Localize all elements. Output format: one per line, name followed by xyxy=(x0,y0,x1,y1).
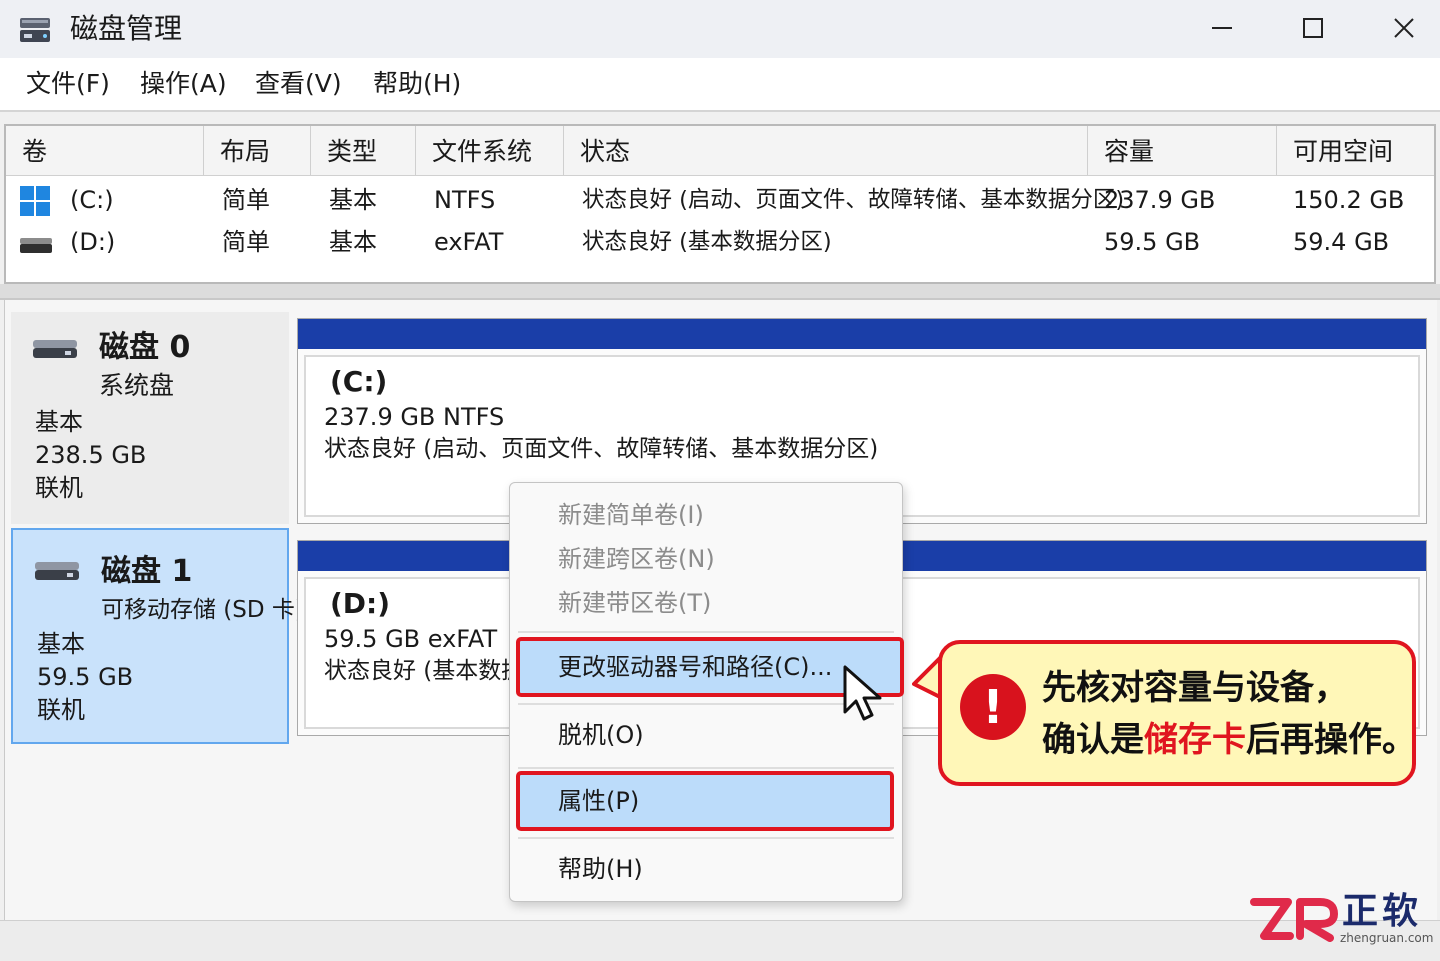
column-header-layout[interactable]: 布局 xyxy=(204,126,311,176)
menu-separator xyxy=(518,631,894,633)
disk-state: 联机 xyxy=(35,474,83,502)
disk-size: 238.5 GB xyxy=(35,441,147,469)
partition-name: (D:) xyxy=(330,587,391,620)
menu-file[interactable]: 文件(F) xyxy=(26,68,110,100)
callout-text-line2: 确认是储存卡后再操作。 xyxy=(1042,718,1416,762)
volume-list: 卷 布局 类型 文件系统 状态 容量 可用空间 (C:) 简单 基本 NTFS … xyxy=(4,124,1436,284)
exclamation-icon: ! xyxy=(960,674,1026,740)
menu-new-spanned-volume: 新建跨区卷(N) xyxy=(558,545,715,573)
brand-logo: 正软 zhengruan.com xyxy=(1250,892,1436,950)
disk-subtitle: 可移动存储 (SD 卡) xyxy=(101,597,304,623)
menu-help[interactable]: 帮助(H) xyxy=(373,68,461,100)
callout-text-emphasis: 储存卡 xyxy=(1144,720,1246,760)
volume-layout: 简单 xyxy=(222,228,270,256)
volume-free-space: 150.2 GB xyxy=(1293,186,1405,214)
partition-name: (C:) xyxy=(330,365,388,398)
warning-callout: ! 先核对容量与设备， 确认是储存卡后再操作。 xyxy=(938,640,1416,786)
callout-text-line1: 先核对容量与设备， xyxy=(1042,668,1348,708)
close-icon xyxy=(1394,18,1414,38)
pane-splitter[interactable] xyxy=(0,284,1440,300)
windows-logo-icon xyxy=(20,186,50,216)
column-header-free-space[interactable]: 可用空间 xyxy=(1277,126,1434,176)
volume-status: 状态良好 (基本数据分区) xyxy=(582,229,832,255)
menu-action[interactable]: 操作(A) xyxy=(140,68,227,100)
volume-free-space: 59.4 GB xyxy=(1293,228,1390,256)
column-header-filesystem[interactable]: 文件系统 xyxy=(416,126,564,176)
minimize-button[interactable] xyxy=(1194,6,1250,50)
zr-logo-icon xyxy=(1250,898,1338,942)
partition-bar xyxy=(298,319,1426,349)
disk-name: 磁盘 0 xyxy=(99,330,191,365)
logo-name: 正软 xyxy=(1342,891,1423,932)
menu-offline[interactable]: 脱机(O) xyxy=(558,719,644,751)
disk-name: 磁盘 1 xyxy=(101,554,193,589)
disk-type: 基本 xyxy=(35,408,83,436)
mouse-cursor-icon xyxy=(843,665,882,721)
disk-1-label[interactable]: 磁盘 1 可移动存储 (SD 卡) 基本 59.5 GB 联机 xyxy=(11,528,304,744)
hard-disk-icon xyxy=(33,340,77,358)
column-header-capacity[interactable]: 容量 xyxy=(1088,126,1277,176)
callout-text-pre: 确认是 xyxy=(1042,720,1144,760)
menu-view[interactable]: 查看(V) xyxy=(255,68,342,100)
status-strip xyxy=(0,920,1440,961)
volume-status: 状态良好 (启动、页面文件、故障转储、基本数据分区) xyxy=(582,187,1125,213)
column-header-volume[interactable]: 卷 xyxy=(6,126,204,176)
volume-layout: 简单 xyxy=(222,186,270,214)
title-bar: 磁盘管理 xyxy=(0,0,1440,58)
window-title: 磁盘管理 xyxy=(70,12,183,45)
disk-state: 联机 xyxy=(37,696,85,724)
drive-icon xyxy=(20,238,52,253)
column-header-status[interactable]: 状态 xyxy=(564,126,1088,176)
volume-capacity: 237.9 GB xyxy=(1104,186,1216,214)
menu-help-item[interactable]: 帮助(H) xyxy=(558,853,643,885)
menu-new-simple-volume: 新建简单卷(I) xyxy=(558,501,704,529)
removable-disk-icon xyxy=(35,562,79,580)
callout-text-post: 后再操作。 xyxy=(1246,720,1416,760)
disk-subtitle: 系统盘 xyxy=(99,371,175,400)
disk-type: 基本 xyxy=(37,630,85,658)
maximize-icon xyxy=(1303,18,1323,38)
column-header-type[interactable]: 类型 xyxy=(311,126,416,176)
maximize-button[interactable] xyxy=(1285,6,1341,50)
menu-separator xyxy=(518,767,894,769)
disk-management-app-icon xyxy=(20,18,50,42)
menu-bar: 文件(F) 操作(A) 查看(V) 帮助(H) xyxy=(0,58,1440,112)
volume-filesystem: NTFS xyxy=(434,186,496,214)
partition-size-fs: 237.9 GB NTFS xyxy=(324,403,505,431)
partition-size-fs: 59.5 GB exFAT xyxy=(324,625,498,653)
minimize-icon xyxy=(1212,27,1232,29)
volume-type: 基本 xyxy=(329,186,377,214)
volume-filesystem: exFAT xyxy=(434,228,504,256)
volume-capacity: 59.5 GB xyxy=(1104,228,1201,256)
disk-size: 59.5 GB xyxy=(37,663,134,691)
volume-name: (D:) xyxy=(70,228,116,256)
disk-0-label[interactable]: 磁盘 0 系统盘 基本 238.5 GB 联机 xyxy=(11,312,289,524)
menu-new-striped-volume: 新建带区卷(T) xyxy=(558,589,712,617)
menu-separator xyxy=(518,837,894,839)
close-button[interactable] xyxy=(1376,6,1432,50)
menu-properties[interactable]: 属性(P) xyxy=(558,785,639,817)
volume-name: (C:) xyxy=(70,186,114,214)
volume-type: 基本 xyxy=(329,228,377,256)
logo-site: zhengruan.com xyxy=(1340,931,1434,945)
menu-change-drive-letter[interactable]: 更改驱动器号和路径(C)... xyxy=(558,651,832,683)
partition-status: 状态良好 (启动、页面文件、故障转储、基本数据分区) xyxy=(324,436,879,462)
menu-separator xyxy=(518,703,894,705)
